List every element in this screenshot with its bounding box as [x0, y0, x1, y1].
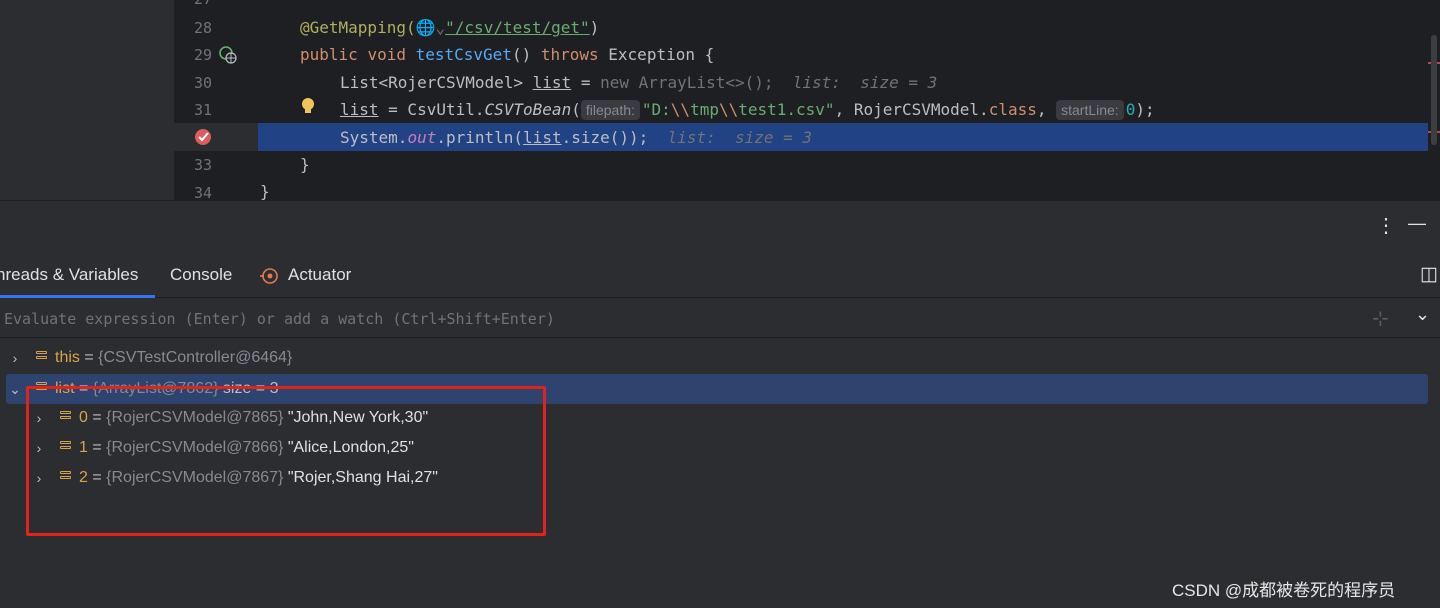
chevron-down-icon[interactable]: ⌄: [1415, 304, 1430, 325]
gutter-line-highlight: [174, 123, 258, 151]
inline-debug-value: list: size = 3: [667, 128, 813, 147]
lightbulb-icon[interactable]: [300, 96, 316, 116]
variable-text: this = {CSVTestController@6464}: [55, 349, 293, 366]
add-watch-icon[interactable]: ⊹: [1372, 306, 1389, 331]
code-line-29: public void testCsvGet() throws Exceptio…: [300, 45, 715, 64]
inline-debug-value: list: size = 3: [792, 73, 938, 92]
parameter-hint: filepath:: [580, 100, 640, 120]
line-number: 33: [193, 156, 212, 174]
line-number: 30: [193, 74, 212, 92]
annotation-highlight-box: [26, 386, 546, 536]
line-number: 29: [193, 46, 212, 64]
more-options-icon[interactable]: ⋮: [1376, 213, 1396, 238]
watermark-text: CSDN @成都被卷死的程序员: [1172, 581, 1396, 600]
layout-icon[interactable]: ◫: [1420, 263, 1438, 286]
breakpoint-icon[interactable]: [194, 127, 214, 147]
code-line-31: list = CsvUtil.CSVToBean(filepath: "D:\\t…: [340, 100, 1155, 120]
tab-console[interactable]: Console: [170, 253, 232, 297]
field-icon: [36, 351, 47, 365]
line-number: 28: [193, 19, 212, 37]
tab-actuator[interactable]: Actuator: [288, 253, 351, 297]
line-number: 34: [193, 184, 212, 200]
code-editor[interactable]: 27 28 29 30 31 33 34 @GetMapping(🌐⌄"/csv…: [0, 0, 1440, 200]
line-number: 27: [186, 0, 212, 8]
debug-tabs: hreads & Variables Console Actuator ◫: [0, 253, 1440, 298]
tab-threads-variables[interactable]: hreads & Variables: [0, 253, 138, 297]
code-line-30: List<RojerCSVModel> list = new ArrayList…: [340, 73, 938, 92]
editor-scrollbar[interactable]: [1428, 0, 1440, 200]
globe-icon: 🌐: [415, 18, 436, 37]
watch-bar: ⊹ ⌄: [0, 298, 1440, 339]
chevron-down-icon: ⌄: [435, 18, 446, 37]
collapse-chevron-icon[interactable]: ⌄: [8, 374, 22, 404]
code-line-32: System.out.println(list.size()); list: s…: [340, 128, 813, 147]
minimize-icon[interactable]: —: [1408, 213, 1426, 234]
expand-chevron-icon[interactable]: ›: [8, 343, 22, 373]
evaluate-expression-input[interactable]: [0, 298, 1356, 339]
code-line-33: }: [300, 155, 310, 174]
code-line-34: }: [260, 182, 270, 200]
code-line-28: @GetMapping(🌐⌄"/csv/test/get"): [300, 18, 600, 37]
project-tool-window-edge: [0, 0, 174, 200]
actuator-icon: [260, 268, 278, 284]
line-number: 31: [193, 101, 212, 119]
parameter-hint: startLine:: [1056, 100, 1124, 120]
variable-row-this[interactable]: › this = {CSVTestController@6464}: [0, 343, 1440, 373]
endpoint-globe-icon[interactable]: [218, 45, 238, 65]
scroll-thumb[interactable]: [1431, 35, 1437, 145]
